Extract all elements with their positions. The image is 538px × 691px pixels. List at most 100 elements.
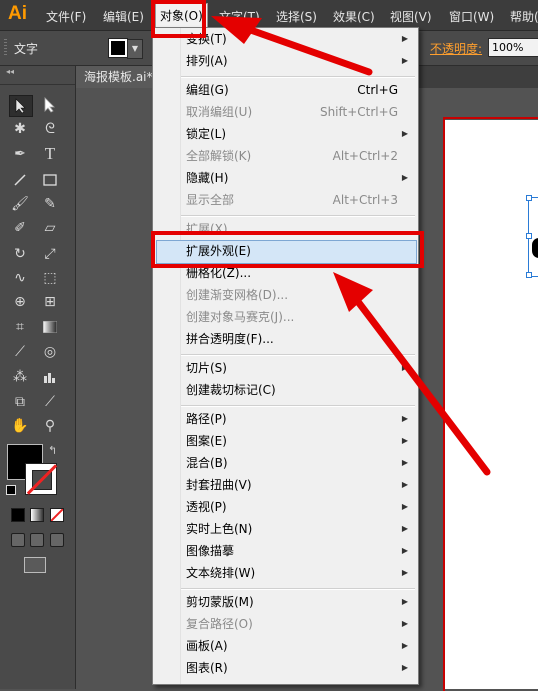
selection-handle[interactable]	[526, 195, 532, 201]
zoom-tool-icon[interactable]: ⚲	[39, 416, 61, 436]
menu-item-envelope-distort[interactable]: 封套扭曲(V) ▶	[186, 475, 411, 495]
submenu-arrow-icon: ▶	[401, 363, 408, 372]
menu-item-arrange[interactable]: 排列(A) ▶	[186, 51, 411, 71]
artboard[interactable]	[445, 120, 538, 689]
line-tool-icon[interactable]	[9, 170, 31, 190]
menu-item-text-wrap[interactable]: 文本绕排(W) ▶	[186, 563, 411, 583]
menu-item-label: 取消编组(U)	[186, 105, 253, 119]
menu-item-create-object-mosaic[interactable]: 创建对象马赛克(J)...	[186, 307, 411, 327]
fill-dropdown-arrow-icon[interactable]: ▼	[127, 39, 143, 59]
menu-item-label: 文本绕排(W)	[186, 566, 256, 580]
menu-item-slice[interactable]: 切片(S) ▶	[186, 358, 411, 378]
menu-item-graph[interactable]: 图表(R) ▶	[186, 658, 411, 678]
submenu-arrow-icon: ▶	[401, 480, 408, 489]
eyedropper-tool-icon[interactable]: ⟋	[9, 342, 31, 362]
pen-tool-icon[interactable]: ✒	[9, 144, 31, 164]
warp-tool-icon[interactable]: ∿	[9, 268, 31, 288]
opacity-label[interactable]: 不透明度:	[430, 40, 482, 57]
column-graph-tool-icon[interactable]	[39, 367, 61, 387]
menu-item-show-all[interactable]: 显示全部 Alt+Ctrl+3	[186, 190, 411, 210]
menu-separator	[181, 215, 415, 217]
scale-tool-icon[interactable]: ⤢	[39, 244, 61, 264]
menu-select[interactable]: 选择(S)	[276, 8, 317, 25]
menu-item-flatten-transparency[interactable]: 拼合透明度(F)...	[186, 329, 411, 349]
fill-color-swatch[interactable]	[108, 38, 128, 58]
menu-item-label: 图案(E)	[186, 434, 227, 448]
menu-item-transform[interactable]: 变换(T) ▶	[186, 29, 411, 49]
draw-behind-icon[interactable]	[30, 533, 44, 547]
menu-item-label: 剪切蒙版(M)	[186, 595, 254, 609]
menu-item-perspective[interactable]: 透视(P) ▶	[186, 497, 411, 517]
mesh-tool-icon[interactable]: ⌗	[9, 317, 31, 337]
blend-tool-icon[interactable]: ◎	[39, 342, 61, 362]
gradient-mode-icon[interactable]	[30, 508, 44, 522]
submenu-arrow-icon: ▶	[401, 34, 408, 43]
menu-item-image-trace[interactable]: 图像描摹 ▶	[186, 541, 411, 561]
magic-wand-tool-icon[interactable]: ✱	[9, 119, 31, 139]
menu-item-label: 锁定(L)	[186, 127, 227, 141]
menu-item-create-trim-marks[interactable]: 创建裁切标记(C)	[186, 380, 411, 400]
menu-item-label: 创建裁切标记(C)	[186, 383, 276, 397]
blob-brush-tool-icon[interactable]: ✐	[9, 218, 31, 238]
opacity-input[interactable]: 100%	[488, 38, 538, 57]
menu-item-clipping-mask[interactable]: 剪切蒙版(M) ▶	[186, 592, 411, 612]
selection-handle[interactable]	[526, 233, 532, 239]
menu-item-artboards[interactable]: 画板(A) ▶	[186, 636, 411, 656]
menu-item-path[interactable]: 路径(P) ▶	[186, 409, 411, 429]
menu-item-live-paint[interactable]: 实时上色(N) ▶	[186, 519, 411, 539]
draw-inside-icon[interactable]	[50, 533, 64, 547]
menu-edit[interactable]: 编辑(E)	[103, 8, 144, 25]
perspective-grid-tool-icon[interactable]: ⊞	[39, 292, 61, 312]
menu-file[interactable]: 文件(F)	[46, 8, 86, 25]
menu-item-hide[interactable]: 隐藏(H) ▶	[186, 168, 411, 188]
menu-item-create-gradient-mesh[interactable]: 创建渐变网格(D)...	[186, 285, 411, 305]
menu-view[interactable]: 视图(V)	[390, 8, 432, 25]
menu-item-blend[interactable]: 混合(B) ▶	[186, 453, 411, 473]
menu-type[interactable]: 文字(T)	[219, 8, 260, 25]
color-mode-icon[interactable]	[11, 508, 25, 522]
gradient-tool-icon[interactable]	[39, 317, 61, 337]
selection-handle[interactable]	[526, 272, 532, 278]
stroke-color-box[interactable]	[25, 463, 58, 495]
symbol-sprayer-tool-icon[interactable]: ⁂	[9, 367, 31, 387]
rectangle-tool-icon[interactable]	[39, 170, 61, 190]
document-tab[interactable]: 海报模板.ai*	[76, 66, 162, 88]
menu-item-compound-path[interactable]: 复合路径(O) ▶	[186, 614, 411, 634]
menu-item-label: 切片(S)	[186, 361, 227, 375]
screen-mode-icon[interactable]	[24, 557, 46, 573]
slice-tool-icon[interactable]: ⟋	[39, 392, 61, 412]
tools-panel-header[interactable]	[0, 76, 75, 85]
control-bar-grip[interactable]	[4, 39, 7, 57]
none-mode-icon[interactable]	[50, 508, 64, 522]
selection-tool-icon[interactable]	[9, 95, 33, 117]
collapse-panel-icon[interactable]: ◂◂	[6, 67, 14, 76]
default-colors-icon[interactable]	[6, 485, 16, 495]
object-menu-dropdown: 变换(T) ▶ 排列(A) ▶ 编组(G) Ctrl+G 取消编组(U) Shift+C…	[152, 27, 419, 685]
menu-help[interactable]: 帮助(	[510, 8, 538, 25]
pencil-tool-icon[interactable]: ✎	[39, 194, 61, 214]
hand-tool-icon[interactable]: ✋	[9, 416, 31, 436]
menu-window[interactable]: 窗口(W)	[449, 8, 494, 25]
swap-fill-stroke-icon[interactable]: ↰	[48, 444, 57, 457]
lasso-tool-icon[interactable]: ᘓ	[39, 119, 61, 139]
menu-separator	[181, 354, 415, 356]
eraser-tool-icon[interactable]: ▱	[39, 218, 61, 238]
menu-item-ungroup[interactable]: 取消编组(U) Shift+Ctrl+G	[186, 102, 411, 122]
paintbrush-tool-icon[interactable]: 🖌	[9, 194, 31, 214]
submenu-arrow-icon: ▶	[401, 597, 408, 606]
type-tool-icon[interactable]: T	[39, 144, 61, 164]
shape-builder-tool-icon[interactable]: ⊕	[9, 292, 31, 312]
menu-item-lock[interactable]: 锁定(L) ▶	[186, 124, 411, 144]
free-transform-tool-icon[interactable]: ⬚	[39, 268, 61, 288]
artboard-tool-icon[interactable]: ⧉	[9, 392, 31, 412]
direct-selection-tool-icon[interactable]	[39, 95, 61, 115]
menu-item-pattern[interactable]: 图案(E) ▶	[186, 431, 411, 451]
rotate-tool-icon[interactable]: ↻	[9, 244, 31, 264]
menu-item-group[interactable]: 编组(G) Ctrl+G	[186, 80, 411, 100]
submenu-arrow-icon: ▶	[401, 436, 408, 445]
menu-item-unlock-all[interactable]: 全部解锁(K) Alt+Ctrl+2	[186, 146, 411, 166]
tools-panel: ◂◂ ✱ ᘓ ✒ T 🖌 ✎ ✐ ▱ ↻ ⤢ ∿ ⬚ ⊕ ⊞ ⌗ ⟋ ◎ ⁂ ⧉…	[0, 66, 76, 689]
menu-effect[interactable]: 效果(C)	[333, 8, 375, 25]
menu-icon-gutter	[180, 28, 181, 684]
draw-normal-icon[interactable]	[11, 533, 25, 547]
